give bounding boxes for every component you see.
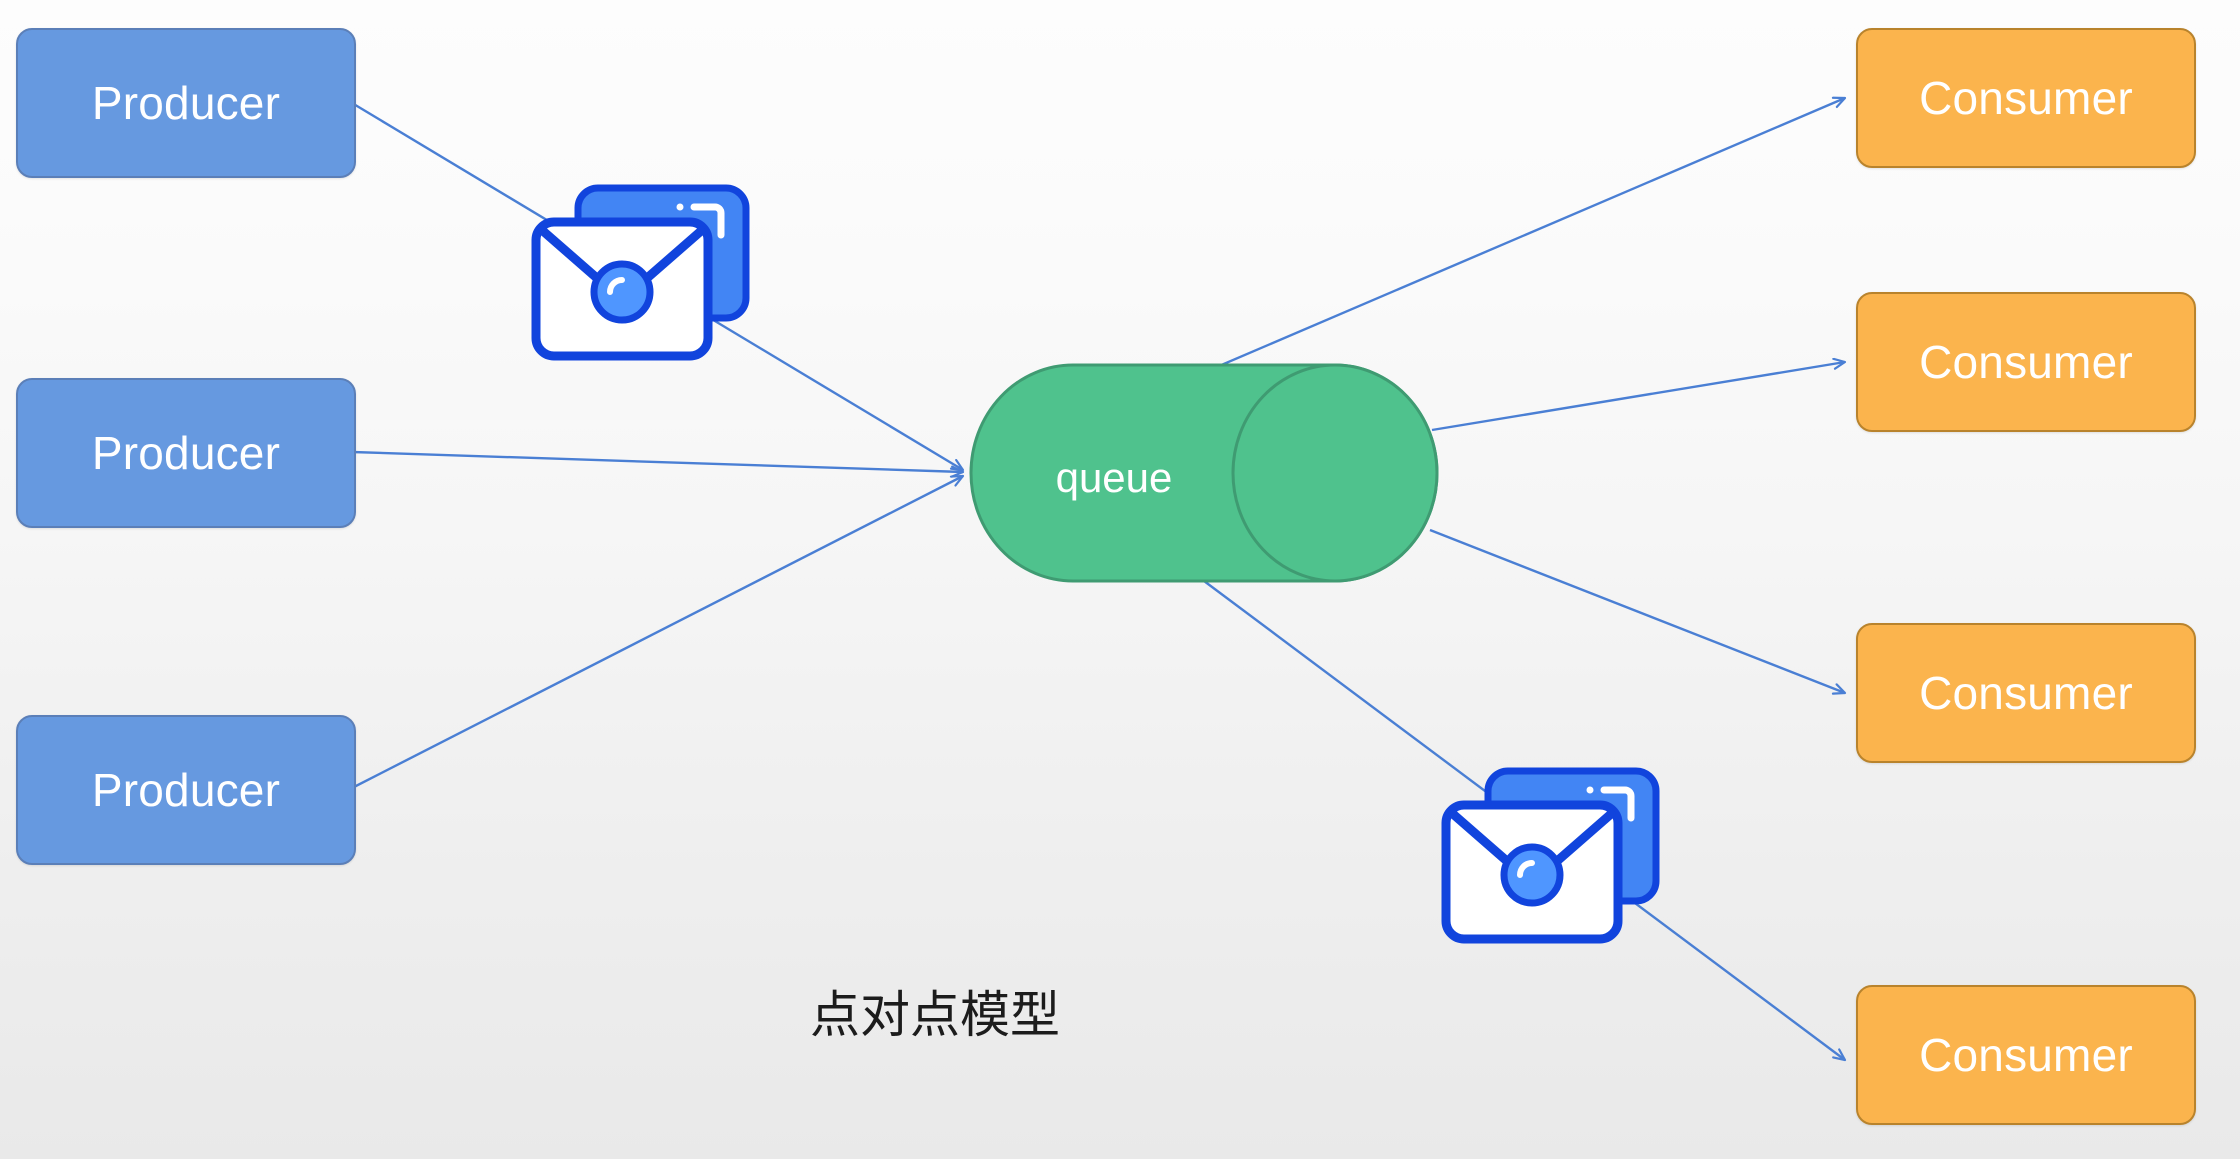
connector-queue-to-consumer3	[1429, 528, 1845, 693]
producer-label-3: Producer	[91, 764, 281, 816]
diagram-canvas: Producer Producer Producer queue Consume…	[0, 0, 2240, 1159]
message-envelope-icon-inbound	[530, 182, 760, 362]
consumer-node-3[interactable]: Consumer	[1856, 623, 2196, 763]
producer-node-1[interactable]: Producer	[16, 28, 356, 178]
producer-label-1: Producer	[91, 77, 281, 129]
producer-node-3[interactable]: Producer	[16, 715, 356, 865]
consumer-label-1: Consumer	[1919, 72, 2133, 124]
consumer-label-2: Consumer	[1919, 336, 2133, 388]
connector-queue-to-consumer1	[1204, 98, 1845, 374]
consumer-label-4: Consumer	[1919, 1029, 2133, 1081]
consumer-node-4[interactable]: Consumer	[1856, 985, 2196, 1125]
connector-producer2-to-queue	[351, 450, 963, 472]
connector-queue-to-consumer2	[1431, 362, 1845, 432]
consumer-node-2[interactable]: Consumer	[1856, 292, 2196, 432]
producer-node-2[interactable]: Producer	[16, 378, 356, 528]
queue-node[interactable]: queue	[968, 362, 1440, 584]
consumer-node-1[interactable]: Consumer	[1856, 28, 2196, 168]
producer-label-2: Producer	[91, 427, 281, 479]
consumer-label-3: Consumer	[1919, 667, 2133, 719]
connector-producer3-to-queue	[351, 476, 963, 790]
queue-label: queue	[1055, 454, 1173, 501]
diagram-caption: 点对点模型	[810, 986, 1060, 1044]
message-envelope-icon-outbound	[1440, 765, 1670, 945]
